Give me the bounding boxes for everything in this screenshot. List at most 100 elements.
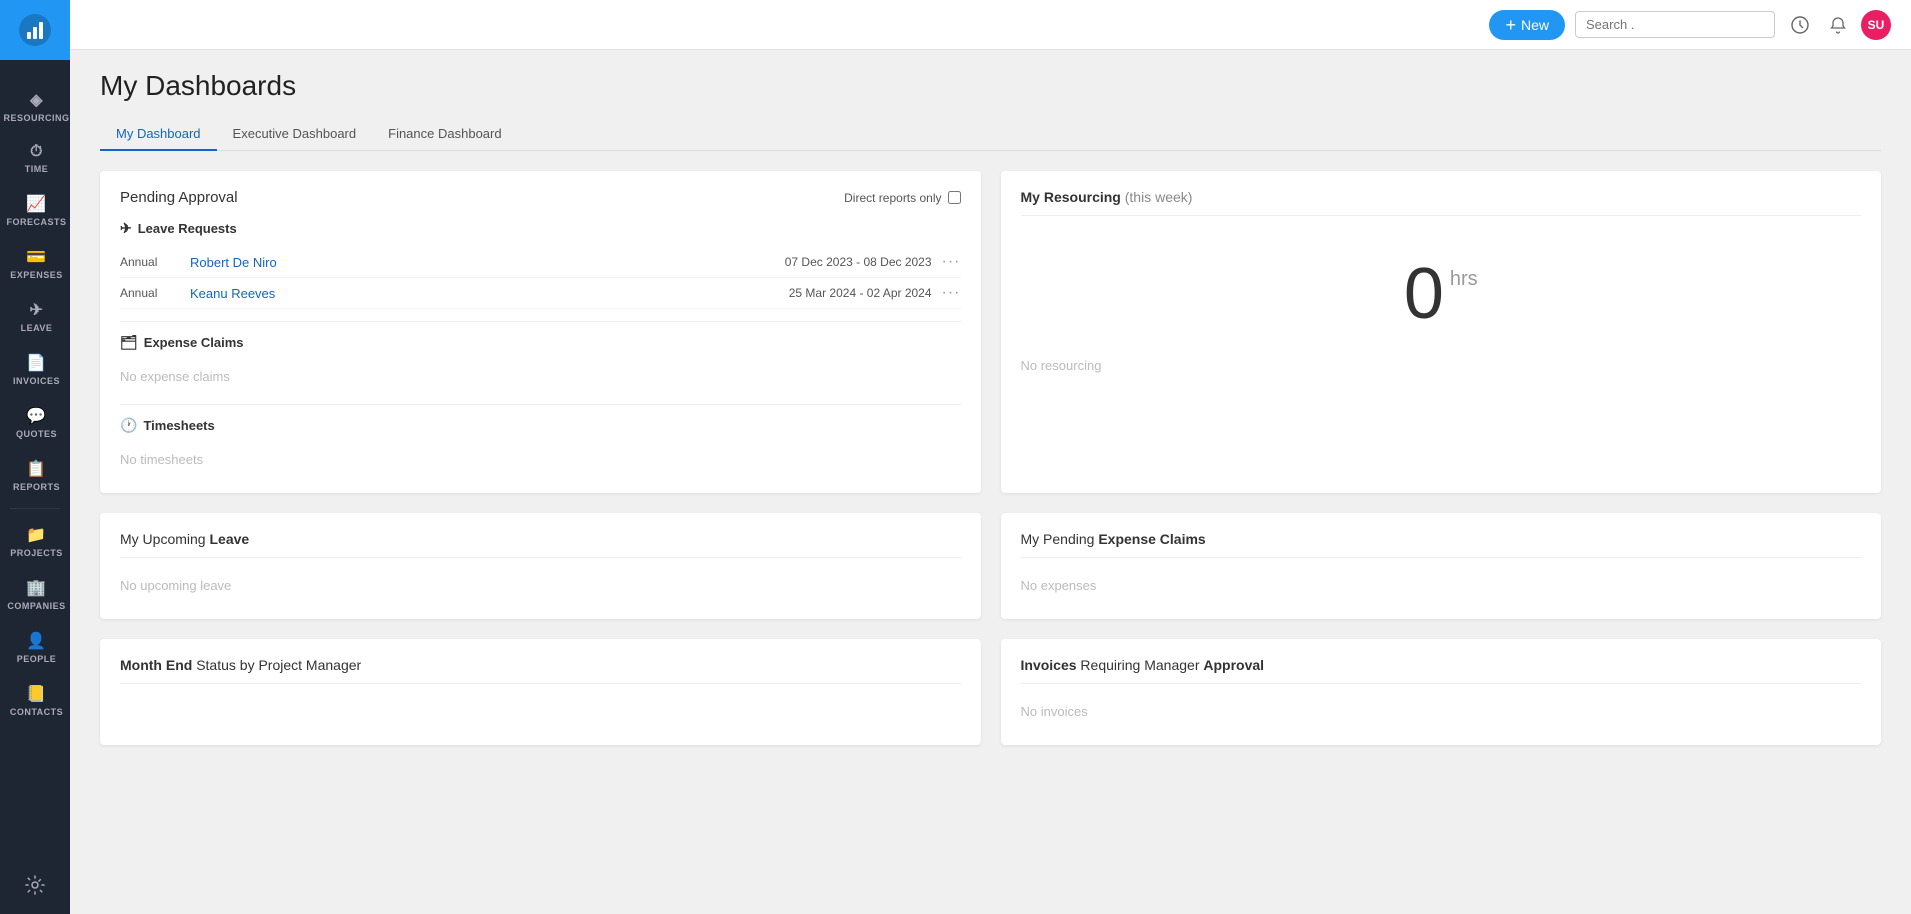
leave-icon: ✈ (30, 300, 44, 320)
sidebar-item-label: TIME (25, 164, 49, 174)
sidebar-item-label: QUOTES (16, 429, 57, 439)
upcoming-leave-card: My Upcoming Leave No upcoming leave (100, 513, 981, 619)
no-expense-claims: No expense claims (120, 361, 961, 392)
settings-button[interactable] (11, 861, 59, 914)
no-upcoming-leave: No upcoming leave (120, 570, 961, 601)
search-input[interactable] (1575, 11, 1775, 38)
sidebar-item-companies[interactable]: 🏢 COMPANIES (0, 568, 70, 621)
section-divider (120, 404, 961, 405)
leave-requests-section: ✈ Leave Requests (120, 220, 961, 237)
user-avatar[interactable]: SU (1861, 10, 1891, 40)
main-area: + New SU My Dashboards (70, 0, 1911, 914)
leave-type: Annual (120, 286, 190, 300)
dashboard-tabs: My Dashboard Executive Dashboard Finance… (100, 118, 1881, 151)
sidebar-item-people[interactable]: 👤 PEOPLE (0, 621, 70, 674)
no-expenses: No expenses (1021, 570, 1862, 601)
timesheets-section: 🕐 Timesheets (120, 417, 961, 434)
upcoming-leave-title-text: My Upcoming (120, 531, 206, 547)
leave-type: Annual (120, 255, 190, 269)
page-title: My Dashboards (100, 70, 1881, 102)
dashboard-grid: Pending Approval Direct reports only ✈ L… (100, 171, 1881, 745)
sidebar-item-label: INVOICES (13, 376, 60, 386)
month-end-title: Month End Status by Project Manager (120, 657, 961, 684)
sidebar-item-time[interactable]: ⏱ TIME (0, 133, 70, 184)
time-icon: ⏱ (30, 143, 43, 161)
resourcing-card: My Resourcing (this week) 0 hrs No resou… (1001, 171, 1882, 493)
resourcing-title-bold: My Resourcing (1021, 189, 1121, 205)
nav-divider (10, 508, 60, 509)
resourcing-hours-unit: hrs (1450, 268, 1478, 291)
sidebar-item-forecasts[interactable]: 📈 FORECASTS (0, 184, 70, 237)
sidebar-item-label: RESOURCING (4, 113, 70, 123)
sidebar-item-expenses[interactable]: 💳 EXPENSES (0, 237, 70, 290)
month-end-title-bold: Month End (120, 657, 192, 673)
upcoming-leave-title: My Upcoming Leave (120, 531, 961, 558)
leave-row: Annual Robert De Niro 07 Dec 2023 - 08 D… (120, 247, 961, 278)
resourcing-period: (this week) (1125, 189, 1193, 205)
direct-reports-checkbox[interactable] (948, 191, 961, 204)
invoices-title: Invoices Requiring Manager Approval (1021, 657, 1862, 684)
sidebar: ◈ RESOURCING ⏱ TIME 📈 FORECASTS 💳 EXPENS… (0, 0, 70, 914)
leave-name[interactable]: Robert De Niro (190, 255, 785, 270)
tab-finance-dashboard[interactable]: Finance Dashboard (372, 118, 517, 151)
sidebar-item-resourcing[interactable]: ◈ RESOURCING (0, 80, 70, 133)
new-button[interactable]: + New (1489, 10, 1565, 40)
leave-name[interactable]: Keanu Reeves (190, 286, 789, 301)
sidebar-item-label: PROJECTS (10, 548, 63, 558)
reports-icon: 📋 (26, 459, 46, 479)
companies-icon: 🏢 (26, 578, 46, 598)
pending-approval-title: Pending Approval (120, 189, 238, 206)
sidebar-item-label: PEOPLE (17, 654, 57, 664)
direct-reports-filter: Direct reports only (844, 191, 960, 205)
upcoming-leave-title-bold: Leave (209, 531, 249, 547)
sidebar-item-leave[interactable]: ✈ LEAVE (0, 290, 70, 343)
invoices-card: Invoices Requiring Manager Approval No i… (1001, 639, 1882, 745)
leave-menu-button[interactable]: ··· (942, 253, 961, 271)
sidebar-item-invoices[interactable]: 📄 INVOICES (0, 343, 70, 396)
sidebar-item-quotes[interactable]: 💬 QUOTES (0, 396, 70, 449)
avatar-initials: SU (1868, 18, 1885, 32)
month-end-card: Month End Status by Project Manager (100, 639, 981, 745)
timesheets-label: Timesheets (143, 418, 214, 433)
leave-menu-button[interactable]: ··· (942, 284, 961, 302)
pending-expense-card: My Pending Expense Claims No expenses (1001, 513, 1882, 619)
content-area: My Dashboards My Dashboard Executive Das… (70, 50, 1911, 914)
expenses-icon: 💳 (26, 247, 46, 267)
leave-requests-label: Leave Requests (138, 221, 237, 236)
section-divider (120, 321, 961, 322)
resourcing-hours-value: 0 (1404, 258, 1444, 330)
sidebar-item-reports[interactable]: 📋 REPORTS (0, 449, 70, 502)
leave-dates: 07 Dec 2023 - 08 Dec 2023 (785, 255, 932, 269)
pending-expense-title-text: My Pending (1021, 531, 1095, 547)
pending-expense-title: My Pending Expense Claims (1021, 531, 1862, 558)
sidebar-item-label: EXPENSES (10, 270, 63, 280)
direct-reports-label: Direct reports only (844, 191, 941, 205)
no-invoices: No invoices (1021, 696, 1862, 727)
contacts-icon: 📒 (26, 684, 46, 704)
sidebar-item-label: LEAVE (21, 323, 53, 333)
sidebar-item-label: REPORTS (13, 482, 60, 492)
expense-icon: 🗂 (120, 334, 138, 351)
sidebar-item-projects[interactable]: 📁 PROJECTS (0, 515, 70, 568)
quotes-icon: 💬 (26, 406, 46, 426)
bell-icon-button[interactable] (1823, 10, 1853, 40)
clock-icon-button[interactable] (1785, 10, 1815, 40)
sidebar-item-label: COMPANIES (7, 601, 65, 611)
new-button-label: New (1521, 17, 1549, 33)
topbar: + New SU (70, 0, 1911, 50)
pending-approval-card: Pending Approval Direct reports only ✈ L… (100, 171, 981, 493)
nav-list: ◈ RESOURCING ⏱ TIME 📈 FORECASTS 💳 EXPENS… (0, 80, 70, 861)
pending-approval-header: Pending Approval Direct reports only (120, 189, 961, 206)
app-logo[interactable] (0, 0, 70, 60)
tab-my-dashboard[interactable]: My Dashboard (100, 118, 217, 151)
expense-claims-label: Expense Claims (144, 335, 244, 350)
resourcing-icon: ◈ (30, 90, 43, 110)
no-resourcing: No resourcing (1021, 350, 1862, 381)
month-end-title-rest: Status by Project Manager (196, 657, 361, 673)
pending-expense-title-bold: Expense Claims (1098, 531, 1205, 547)
plus-icon: + (1505, 16, 1516, 34)
tab-executive-dashboard[interactable]: Executive Dashboard (217, 118, 373, 151)
sidebar-item-contacts[interactable]: 📒 CONTACTS (0, 674, 70, 727)
clock-icon: 🕐 (120, 417, 137, 434)
sidebar-item-label: CONTACTS (10, 707, 63, 717)
